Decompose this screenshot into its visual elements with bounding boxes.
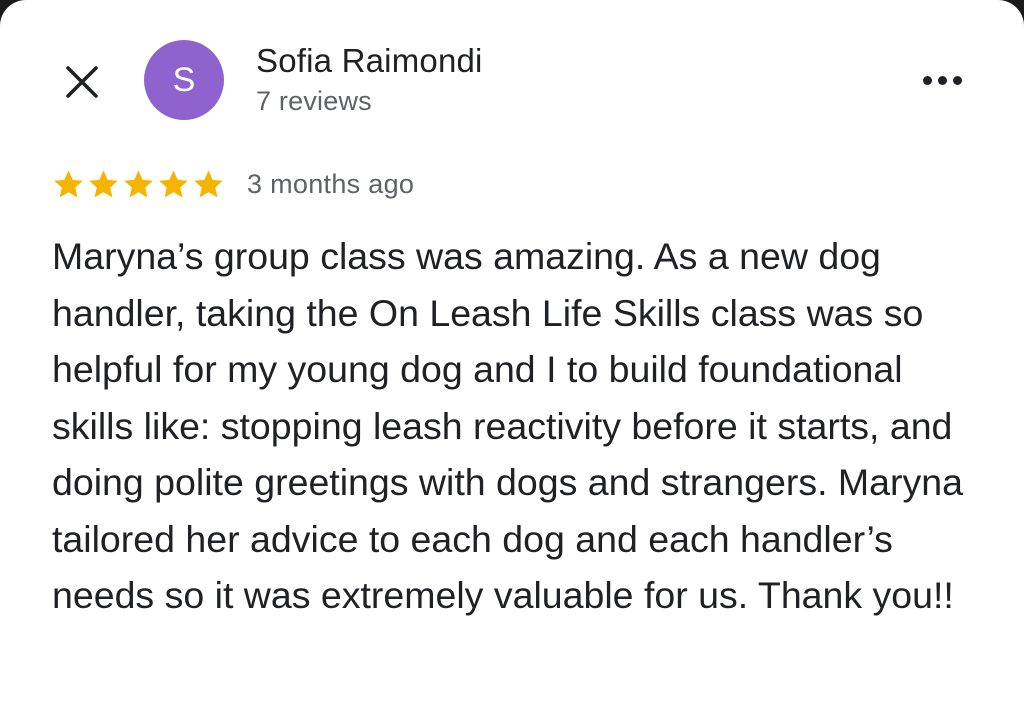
review-date: 3 months ago bbox=[247, 168, 415, 199]
review-text: Maryna’s group class was amazing. As a n… bbox=[52, 235, 963, 616]
star-icon bbox=[124, 169, 153, 197]
review-detail-sheet: S Sofia Raimondi 7 reviews 3 months ago … bbox=[0, 0, 1024, 706]
star-icon bbox=[89, 169, 118, 197]
avatar[interactable]: S bbox=[144, 40, 224, 120]
avatar-initial: S bbox=[172, 60, 196, 99]
close-button[interactable] bbox=[58, 58, 106, 106]
more-horizontal-icon-dot bbox=[952, 75, 962, 85]
reviewer-review-count[interactable]: 7 reviews bbox=[256, 86, 372, 117]
star-icon bbox=[159, 169, 188, 197]
close-icon bbox=[66, 66, 98, 98]
more-horizontal-icon-dot bbox=[937, 75, 947, 85]
star-icon bbox=[194, 169, 223, 197]
more-horizontal-icon bbox=[922, 75, 932, 85]
more-options-button[interactable] bbox=[912, 58, 972, 102]
reviewer-name[interactable]: Sofia Raimondi bbox=[256, 42, 483, 80]
rating-row: 3 months ago bbox=[52, 164, 414, 204]
star-icon bbox=[54, 169, 83, 197]
star-rating bbox=[52, 168, 225, 201]
